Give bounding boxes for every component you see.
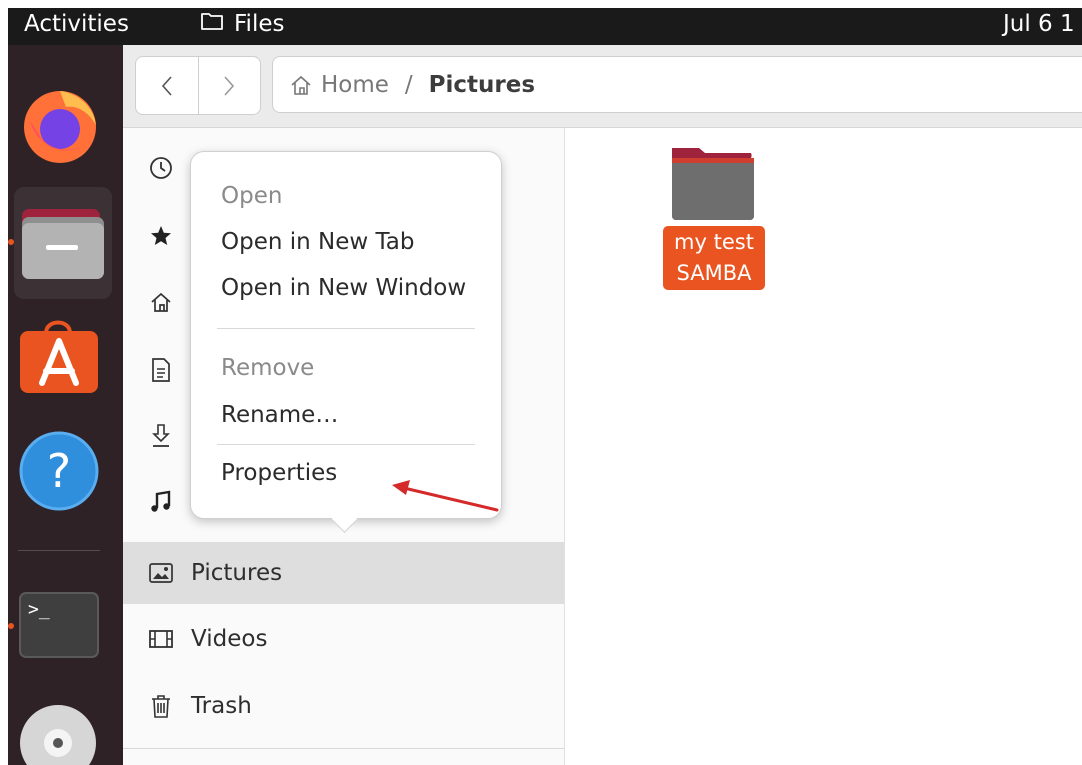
disc-icon (20, 705, 96, 765)
forward-button[interactable] (197, 57, 261, 114)
downloads-icon (147, 422, 175, 450)
menu-item-remove: Remove (221, 355, 315, 381)
trash-icon (147, 692, 175, 720)
dock-item-disc[interactable] (8, 695, 123, 765)
folder-name-line-1: my test (674, 230, 754, 254)
chevron-left-icon (161, 75, 172, 96)
chevron-right-icon (224, 75, 235, 96)
menu-separator (217, 444, 475, 445)
file-view[interactable]: my test SAMBA (565, 128, 1082, 765)
activities-button[interactable]: Activities (24, 11, 129, 37)
folder-name-line-2: SAMBA (676, 261, 752, 285)
menu-item-properties[interactable]: Properties (221, 460, 337, 486)
path-home-button[interactable]: Home (289, 72, 389, 98)
dock-item-files[interactable] (14, 187, 112, 299)
menu-item-open-in-new-window[interactable]: Open in New Window (221, 275, 466, 301)
path-bar: Home / Pictures (272, 56, 1082, 113)
header-bar: Home / Pictures (123, 45, 1082, 128)
svg-text:>_: >_ (28, 599, 50, 620)
starred-icon (147, 222, 175, 250)
folder-name-label: my test SAMBA (663, 226, 765, 290)
sidebar-item-label: Pictures (191, 560, 283, 586)
dock-item-terminal[interactable]: >_ (8, 587, 123, 667)
menu-item-open-in-new-tab[interactable]: Open in New Tab (221, 229, 414, 255)
dock-item-ubuntu-software[interactable] (8, 313, 123, 403)
menu-item-rename[interactable]: Rename… (221, 402, 338, 428)
dock: ? >_ (8, 45, 123, 765)
sidebar-item-pictures[interactable]: Pictures (123, 542, 564, 604)
help-icon: ? (19, 431, 99, 511)
running-indicator (8, 239, 14, 245)
dock-item-firefox[interactable] (8, 81, 123, 171)
sidebar-item-videos[interactable]: Videos (123, 608, 564, 670)
firefox-icon (24, 91, 96, 163)
running-indicator (8, 623, 14, 629)
folder-icon (200, 11, 224, 37)
path-home-label: Home (321, 71, 389, 98)
terminal-icon: >_ (19, 592, 99, 658)
folder-icon (672, 148, 754, 220)
videos-icon (147, 625, 175, 653)
dock-item-help[interactable]: ? (8, 425, 123, 515)
files-icon (22, 209, 104, 279)
app-menu[interactable]: Files (200, 11, 284, 37)
path-current[interactable]: Pictures (429, 72, 535, 98)
software-store-icon (20, 320, 98, 393)
music-icon (147, 488, 175, 516)
path-separator: / (404, 71, 413, 98)
pictures-icon (147, 559, 175, 587)
back-button[interactable] (136, 57, 198, 114)
svg-text:?: ? (47, 444, 71, 498)
folder-item-my-test-samba[interactable]: my test SAMBA (663, 144, 765, 290)
sidebar-divider (123, 748, 564, 749)
top-bar: Activities Files Jul 6 1 (8, 8, 1082, 45)
home-icon (147, 288, 175, 316)
context-menu: Open Open in New Tab Open in New Window … (190, 151, 502, 533)
recent-icon (147, 154, 175, 182)
sidebar-item-label: Videos (191, 626, 268, 652)
clock[interactable]: Jul 6 1 (1003, 11, 1075, 37)
menu-item-open: Open (221, 183, 283, 209)
dock-separator (18, 550, 100, 551)
menu-separator (217, 328, 475, 329)
sidebar-item-trash[interactable]: Trash (123, 675, 564, 737)
sidebar-item-label: Trash (191, 693, 252, 719)
navigation-buttons (135, 56, 261, 115)
home-icon (291, 75, 311, 95)
documents-icon (147, 356, 175, 384)
app-name: Files (234, 11, 285, 37)
